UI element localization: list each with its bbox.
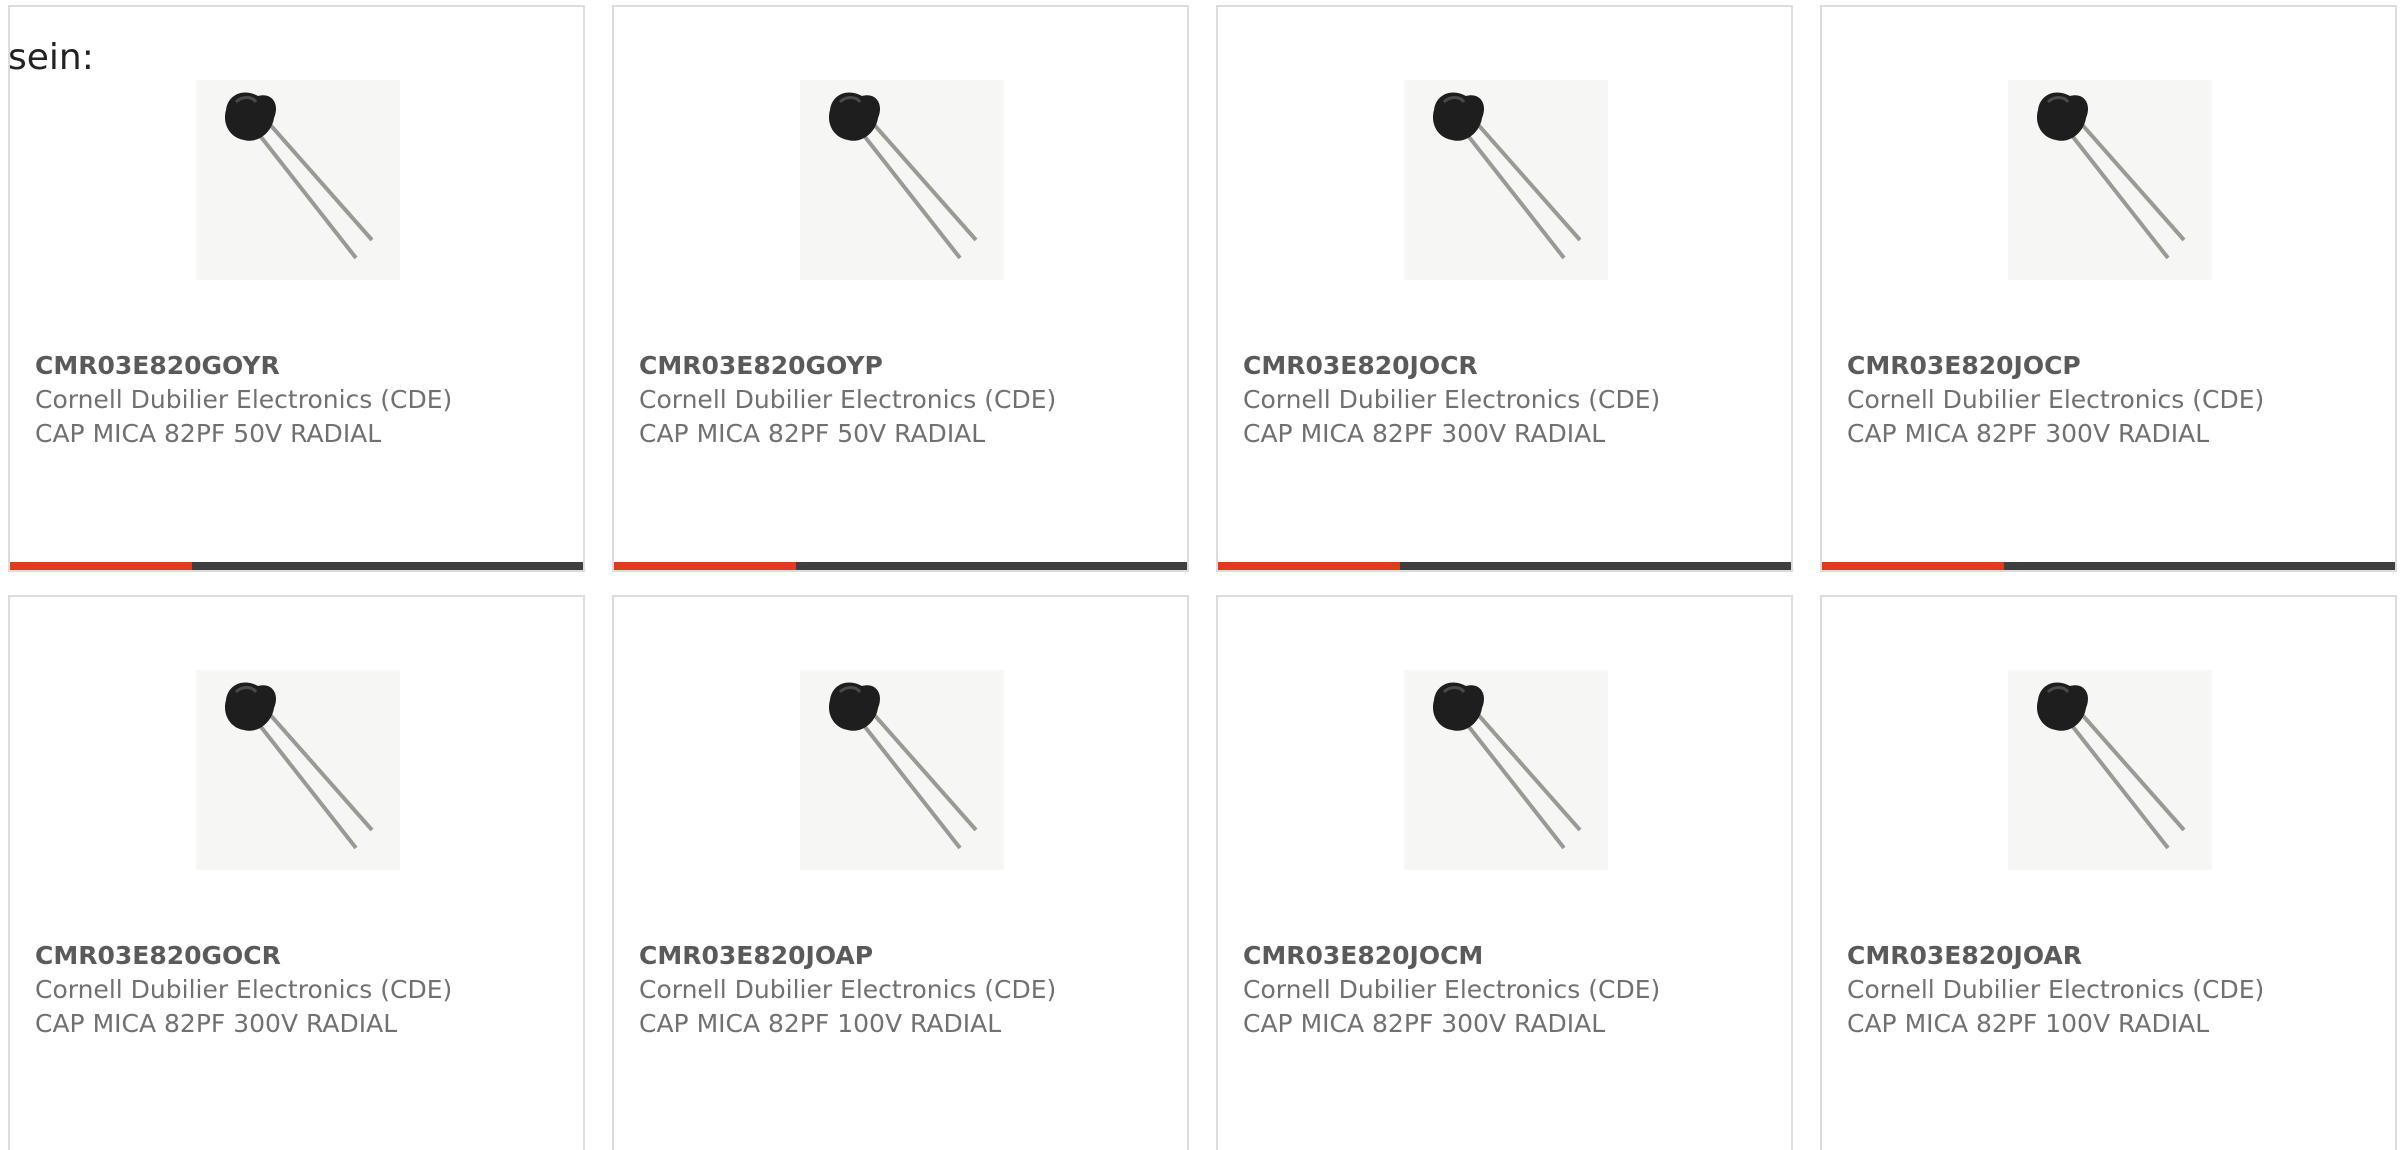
manufacturer: Cornell Dubilier Electronics (CDE) [1847, 385, 2265, 414]
description: CAP MICA 82PF 100V RADIAL [1847, 1009, 2210, 1038]
description: CAP MICA 82PF 100V RADIAL [639, 1009, 1002, 1038]
intro-text: sein: [8, 37, 94, 78]
capacitor-image[interactable] [2008, 80, 2212, 280]
capacitor-image[interactable] [2008, 670, 2212, 870]
manufacturer: Cornell Dubilier Electronics (CDE) [639, 975, 1057, 1004]
part-number[interactable]: CMR03E820JOCM [1243, 939, 1483, 973]
card-bar [10, 562, 583, 570]
capacitor-image[interactable] [1404, 670, 1608, 870]
capacitor-icon [2036, 92, 2186, 260]
part-number[interactable]: CMR03E820GOYR [35, 349, 280, 383]
description: CAP MICA 82PF 50V RADIAL [639, 419, 986, 448]
card-bar-accent [614, 562, 796, 570]
card-bar [614, 562, 1187, 570]
part-number[interactable]: CMR03E820GOCR [35, 939, 281, 973]
capacitor-icon [828, 92, 978, 260]
product-card[interactable]: CMR03E820JOAP Cornell Dubilier Electroni… [612, 595, 1189, 1150]
product-card[interactable]: CMR03E820JOCM Cornell Dubilier Electroni… [1216, 595, 1793, 1150]
capacitor-icon [1432, 682, 1582, 850]
capacitor-image[interactable] [196, 80, 400, 280]
product-card[interactable]: CMR03E820JOCP Cornell Dubilier Electroni… [1820, 5, 2397, 572]
product-card[interactable]: CMR03E820GOYP Cornell Dubilier Electroni… [612, 5, 1189, 572]
manufacturer: Cornell Dubilier Electronics (CDE) [1243, 385, 1661, 414]
capacitor-icon [224, 682, 374, 850]
part-number[interactable]: CMR03E820JOAP [639, 939, 873, 973]
card-bar-accent [10, 562, 192, 570]
capacitor-icon [2036, 682, 2186, 850]
card-bar-accent [1218, 562, 1400, 570]
capacitor-image[interactable] [800, 80, 1004, 280]
description: CAP MICA 82PF 300V RADIAL [1847, 419, 2210, 448]
capacitor-icon [1432, 92, 1582, 260]
part-number[interactable]: CMR03E820JOAR [1847, 939, 2082, 973]
description: CAP MICA 82PF 50V RADIAL [35, 419, 382, 448]
card-bar [1822, 562, 2395, 570]
capacitor-icon [224, 92, 374, 260]
manufacturer: Cornell Dubilier Electronics (CDE) [1847, 975, 2265, 1004]
card-bar [1218, 562, 1791, 570]
product-card[interactable]: CMR03E820GOCR Cornell Dubilier Electroni… [8, 595, 585, 1150]
description: CAP MICA 82PF 300V RADIAL [1243, 419, 1606, 448]
manufacturer: Cornell Dubilier Electronics (CDE) [35, 975, 453, 1004]
manufacturer: Cornell Dubilier Electronics (CDE) [1243, 975, 1661, 1004]
description: CAP MICA 82PF 300V RADIAL [35, 1009, 398, 1038]
product-card[interactable]: CMR03E820JOCR Cornell Dubilier Electroni… [1216, 5, 1793, 572]
capacitor-image[interactable] [196, 670, 400, 870]
product-card[interactable]: CMR03E820JOAR Cornell Dubilier Electroni… [1820, 595, 2397, 1150]
part-number[interactable]: CMR03E820GOYP [639, 349, 883, 383]
manufacturer: Cornell Dubilier Electronics (CDE) [35, 385, 453, 414]
part-number[interactable]: CMR03E820JOCP [1847, 349, 2081, 383]
card-bar-accent [1822, 562, 2004, 570]
product-card[interactable]: CMR03E820GOYR Cornell Dubilier Electroni… [8, 5, 585, 572]
capacitor-image[interactable] [1404, 80, 1608, 280]
description: CAP MICA 82PF 300V RADIAL [1243, 1009, 1606, 1038]
capacitor-image[interactable] [800, 670, 1004, 870]
capacitor-icon [828, 682, 978, 850]
manufacturer: Cornell Dubilier Electronics (CDE) [639, 385, 1057, 414]
part-number[interactable]: CMR03E820JOCR [1243, 349, 1478, 383]
page: sein: CMR03E820GOYR Cornell Dubilier Ele… [0, 0, 2400, 1150]
